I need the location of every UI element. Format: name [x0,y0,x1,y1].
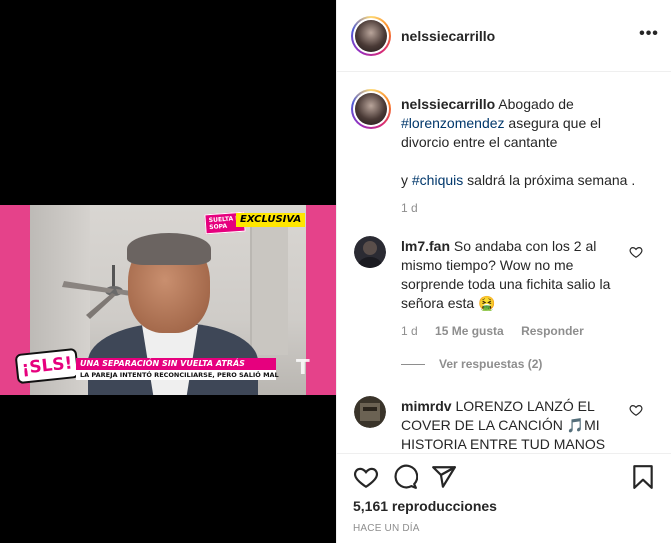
hashtag-link[interactable]: #chiquis [412,172,463,188]
speaker-hair [127,233,211,265]
caption-text-4: saldrá la próxima semana . [463,172,636,188]
hashtag-link[interactable]: #lorenzomendez [401,115,505,131]
replies-divider [401,364,425,366]
post-side-panel: nelssiecarrillo ••• nelssiecarrillo Abog… [336,0,671,543]
bookmark-icon[interactable] [630,464,656,490]
comment-username[interactable]: mimrdv [401,398,452,414]
views-count[interactable]: 5,161 reproducciones [353,498,497,514]
instagram-post-modal: SUELTA LA SOPA EXCLUSIVA ¡SLS! UNA SEPAR… [0,0,671,543]
caption-text-1: Abogado de [498,96,574,112]
comment-text: lm7.fan So andaba con los 2 al mismo tie… [401,237,631,313]
comment-like-heart-icon[interactable] [629,245,643,259]
lower-third: UNA SEPARACIÓN SIN VUELTA ATRÁS LA PAREJ… [76,358,279,380]
comment-meta: 1 d 15 Me gusta Responder [401,324,598,338]
media-panel: SUELTA LA SOPA EXCLUSIVA ¡SLS! UNA SEPAR… [0,0,336,543]
comment-timestamp[interactable]: 1 d [401,324,418,338]
view-replies-label: Ver respuestas (2) [439,357,543,371]
post-actions: 5,161 reproducciones HACE UN DÍA [337,453,671,543]
avatar-photo [355,20,387,52]
video-frame-right [306,205,336,395]
heart-icon[interactable] [353,464,379,490]
caption-timestamp[interactable]: 1 d [401,201,418,215]
comments-section[interactable]: nelssiecarrillo Abogado de #lorenzomende… [337,73,671,453]
caption-avatar[interactable] [351,89,391,129]
commenter-avatar[interactable] [354,396,386,428]
post-header: nelssiecarrillo ••• [337,0,671,72]
avatar-photo [355,93,387,125]
subheadline-bar: LA PAREJA INTENTÓ RECONCILIARSE, PERO SA… [76,370,279,380]
commenter-avatar[interactable] [354,236,386,268]
comment-text: mimrdv LORENZO LANZÓ EL COVER DE LA CANC… [401,397,631,453]
caption: nelssiecarrillo Abogado de #lorenzomende… [401,95,651,190]
author-avatar[interactable] [351,16,391,56]
exclusive-badge: EXCLUSIVA [236,213,306,227]
view-replies-button[interactable]: Ver respuestas (2) [401,357,542,371]
comment-username[interactable]: lm7.fan [401,238,450,254]
caption-text-3: y [401,172,412,188]
share-icon[interactable] [431,464,457,490]
more-options-icon[interactable]: ••• [637,25,661,45]
comment-likes[interactable]: 15 Me gusta [435,324,504,338]
network-logo: T [296,355,310,379]
comment-icon[interactable] [392,464,418,490]
post-date[interactable]: HACE UN DÍA [353,523,420,534]
sls-logo-text: ¡SLS! [20,353,74,379]
author-username[interactable]: nelssiecarrillo [401,28,495,44]
comment-like-heart-icon[interactable] [629,403,643,417]
headline-bar: UNA SEPARACIÓN SIN VUELTA ATRÁS [76,358,276,370]
scene-door [250,225,288,355]
reply-button[interactable]: Responder [521,324,584,338]
video-player[interactable]: SUELTA LA SOPA EXCLUSIVA ¡SLS! UNA SEPAR… [0,205,336,395]
caption-username[interactable]: nelssiecarrillo [401,96,495,112]
